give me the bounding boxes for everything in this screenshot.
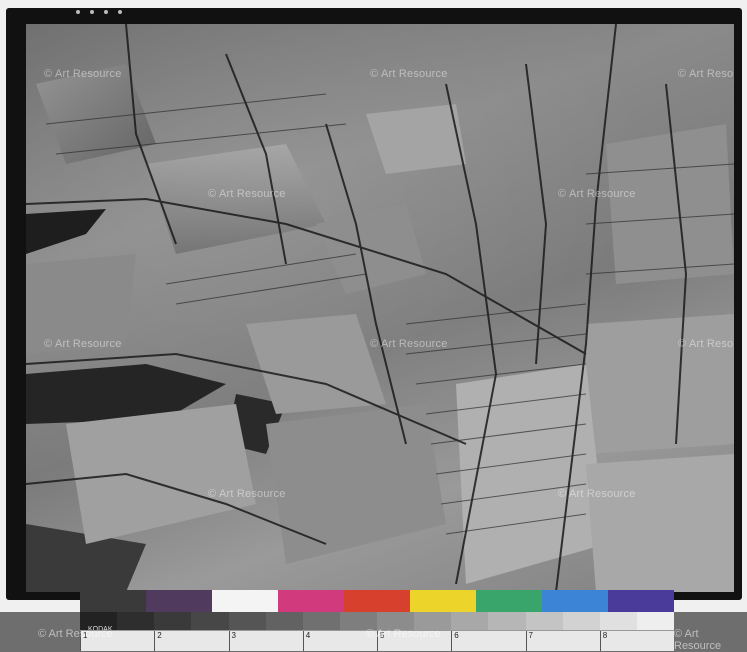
- color-patch: [278, 590, 344, 612]
- ruler-tick: 7: [525, 631, 600, 651]
- ruler-tick: 8: [599, 631, 674, 651]
- color-patch: [146, 590, 212, 612]
- gray-patch: [117, 612, 155, 630]
- watermark: © Art Resource: [678, 338, 734, 350]
- watermark: © Art Resource: [674, 628, 722, 652]
- rock-strata-drawing: [26, 24, 734, 592]
- watermark: © Art Resource: [678, 68, 734, 80]
- watermark: © Art Resource: [208, 188, 286, 200]
- watermark: © Art Resource: [44, 68, 122, 80]
- gray-patch: [562, 612, 600, 630]
- gray-patch: [154, 612, 192, 630]
- watermark: © Art Resource: [44, 338, 122, 350]
- ruler-tick: 2: [154, 631, 228, 651]
- watermark: © Art Resource: [558, 188, 636, 200]
- gray-patch: [636, 612, 674, 630]
- watermark: © Art Resource: [370, 68, 448, 80]
- gray-patch: [302, 612, 340, 630]
- gray-patch: [451, 612, 489, 630]
- watermark: © Art Resource: [38, 628, 113, 640]
- watermark: © Art Resource: [366, 628, 441, 640]
- watermark: © Art Resource: [370, 338, 448, 350]
- film-edge-perforations: [76, 10, 122, 14]
- color-patch: [542, 590, 608, 612]
- color-patch: [410, 590, 476, 612]
- gray-patch: [525, 612, 563, 630]
- gray-patch: [265, 612, 303, 630]
- color-patch: [212, 590, 278, 612]
- gray-patch: [228, 612, 266, 630]
- color-patch: [476, 590, 542, 612]
- color-patch: [80, 590, 146, 612]
- gray-patch: [191, 612, 229, 630]
- ruler-tick: 6: [451, 631, 525, 651]
- gray-patch: [488, 612, 526, 630]
- color-patch: [608, 590, 674, 612]
- ruler-tick: 3: [228, 631, 303, 651]
- gray-patch: [599, 612, 637, 630]
- watermark: © Art Resource: [558, 488, 636, 500]
- film-negative-frame: © Art Resource © Art Resource © Art Reso…: [6, 8, 742, 600]
- rock-face-photograph: © Art Resource © Art Resource © Art Reso…: [26, 24, 734, 592]
- color-patch: [344, 590, 410, 612]
- color-calibration-strip: [80, 590, 674, 612]
- watermark: © Art Resource: [208, 488, 286, 500]
